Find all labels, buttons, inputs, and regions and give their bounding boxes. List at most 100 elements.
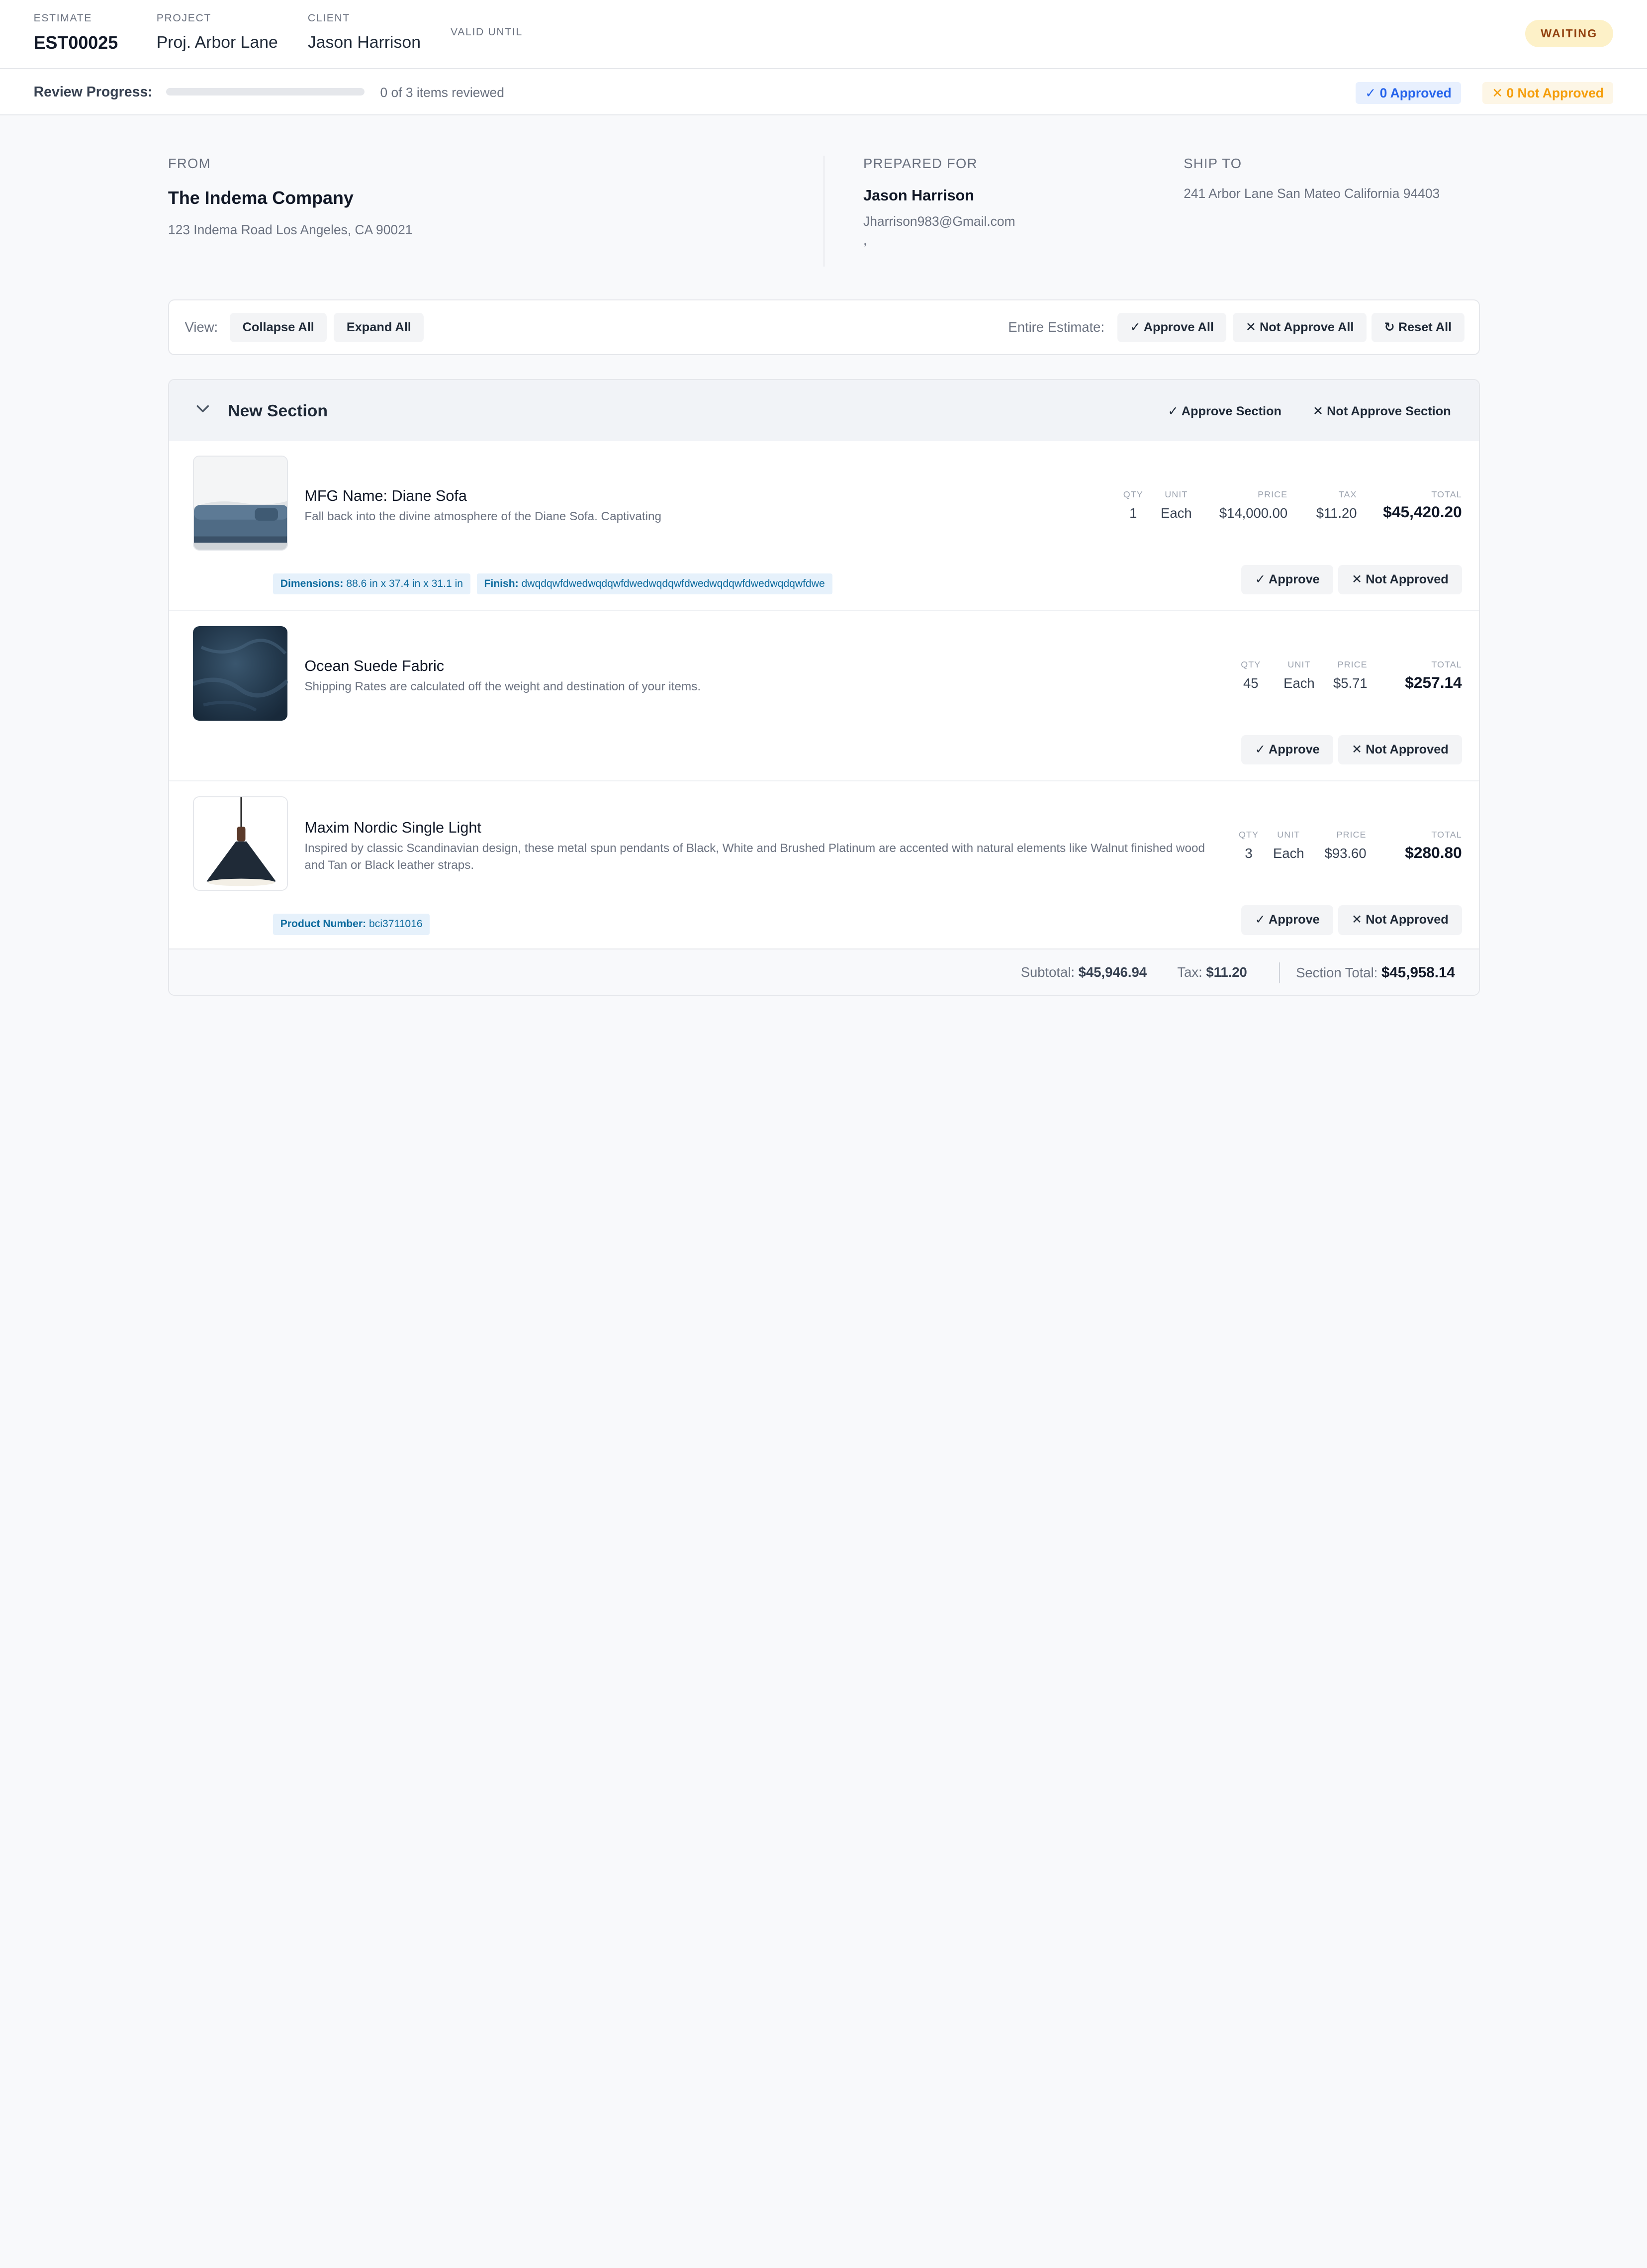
price-value: $93.60 xyxy=(1324,845,1367,861)
spec-tag-product-number: Product Number: bci3711016 xyxy=(273,914,430,935)
qty-value: 45 xyxy=(1243,675,1259,691)
line-item: Maxim Nordic Single Light Inspired by cl… xyxy=(169,781,1479,951)
review-progress-bar: Review Progress: 0 of 3 items reviewed ✓… xyxy=(0,69,1647,116)
price-column: PRICE $93.60 xyxy=(1316,830,1367,861)
valid-until-block: VALID UNTIL xyxy=(451,26,523,38)
total-value: $257.14 xyxy=(1405,673,1462,691)
section-title: New Section xyxy=(228,401,328,420)
section-total-label: Section Total: xyxy=(1296,964,1378,980)
ship-to-address: 241 Arbor Lane San Mateo California 9440… xyxy=(1184,186,1440,201)
item-name: MFG Name: Diane Sofa xyxy=(304,487,467,504)
qty-label: QTY xyxy=(1123,489,1143,500)
price-column: PRICE $14,000.00 xyxy=(1203,489,1287,521)
reset-all-button[interactable]: ↻ Reset All xyxy=(1372,313,1464,343)
tax-total: Tax: $11.20 xyxy=(1177,964,1247,980)
price-column: PRICE $5.71 xyxy=(1332,660,1368,691)
tag-key: Product Number: xyxy=(280,918,366,930)
not-approve-item-button[interactable]: ✕ Not Approved xyxy=(1338,735,1463,765)
tag-value: dwqdqwfdwedwqdqwfdwedwqdqwfdwedwqdqwfdwe… xyxy=(521,578,825,590)
tag-key: Dimensions: xyxy=(280,578,344,590)
unit-label: UNIT xyxy=(1165,489,1188,500)
unit-value: Each xyxy=(1273,845,1304,861)
qty-label: QTY xyxy=(1239,830,1259,840)
from-block: FROM The Indema Company 123 Indema Road … xyxy=(168,156,413,238)
total-label: TOTAL xyxy=(1431,830,1462,840)
tax-total-label: Tax: xyxy=(1177,964,1202,980)
unit-label: UNIT xyxy=(1277,830,1300,840)
prepared-for-name: Jason Harrison xyxy=(863,187,974,204)
approved-count-badge: ✓ 0 Approved xyxy=(1356,82,1461,104)
pendant-light-image xyxy=(194,797,287,890)
total-column: TOTAL $45,420.20 xyxy=(1357,489,1462,521)
not-approve-item-button[interactable]: ✕ Not Approved xyxy=(1338,905,1463,935)
product-image-fabric xyxy=(193,626,288,721)
estimate-page: ESTIMATE EST00025 PROJECT Proj. Arbor La… xyxy=(0,0,1647,1134)
approve-item-button[interactable]: ✓ Approve xyxy=(1241,905,1334,935)
approve-item-button[interactable]: ✓ Approve xyxy=(1241,565,1334,595)
total-column: TOTAL $280.80 xyxy=(1367,830,1462,861)
fabric-image xyxy=(193,626,288,721)
expand-all-button[interactable]: Expand All xyxy=(334,313,424,343)
prepared-for-label: PREPARED FOR xyxy=(863,155,978,171)
tax-total-value: $11.20 xyxy=(1206,964,1247,980)
price-value: $5.71 xyxy=(1333,675,1368,691)
unit-column: UNIT Each xyxy=(1149,489,1203,521)
estimate-id-block: ESTIMATE EST00025 xyxy=(34,12,118,53)
approve-item-button[interactable]: ✓ Approve xyxy=(1241,735,1334,765)
unit-label: UNIT xyxy=(1287,660,1311,670)
ship-to-block: SHIP TO 241 Arbor Lane San Mateo Califor… xyxy=(1184,156,1440,202)
price-value: $14,000.00 xyxy=(1219,505,1288,521)
tag-key: Finish: xyxy=(484,578,519,590)
tag-value: 88.6 in x 37.4 in x 31.1 in xyxy=(346,578,463,590)
prepared-for-extra: , xyxy=(863,232,867,248)
not-approve-item-button[interactable]: ✕ Not Approved xyxy=(1338,565,1463,595)
price-label: PRICE xyxy=(1337,660,1368,670)
estimate-toolbar: View: Collapse All Expand All Entire Est… xyxy=(168,299,1480,355)
company-address: 123 Indema Road Los Angeles, CA 90021 xyxy=(168,222,413,237)
collapse-all-button[interactable]: Collapse All xyxy=(230,313,327,343)
price-label: PRICE xyxy=(1336,830,1367,840)
tax-value: $11.20 xyxy=(1316,505,1357,521)
chevron-down-icon[interactable] xyxy=(195,401,210,416)
unit-value: Each xyxy=(1161,505,1192,521)
product-image-sofa xyxy=(193,456,288,551)
qty-value: 1 xyxy=(1129,505,1137,521)
not-approve-all-button[interactable]: ✕ Not Approve All xyxy=(1233,313,1367,343)
item-name: Maxim Nordic Single Light xyxy=(304,819,481,837)
item-description: Inspired by classic Scandinavian design,… xyxy=(304,842,1205,872)
project-label: PROJECT xyxy=(156,12,212,24)
client-block: CLIENT Jason Harrison xyxy=(308,12,421,52)
valid-until-label: VALID UNTIL xyxy=(451,26,523,38)
client-name: Jason Harrison xyxy=(307,33,421,52)
from-label: FROM xyxy=(168,155,211,171)
qty-column: QTY 1 xyxy=(1117,489,1149,521)
total-column: TOTAL $257.14 xyxy=(1368,660,1462,691)
qty-column: QTY 3 xyxy=(1236,830,1262,861)
item-pricing: QTY 45 UNIT Each PRICE $5.71 TOTAL $257.… xyxy=(1235,660,1462,691)
product-image-pendant xyxy=(193,796,288,891)
approve-section-button[interactable]: ✓ Approve Section xyxy=(1168,403,1281,419)
subtotal-label: Subtotal: xyxy=(1020,964,1075,980)
estimate-parties: FROM The Indema Company 123 Indema Road … xyxy=(168,155,1480,271)
approve-all-button[interactable]: ✓ Approve All xyxy=(1117,313,1227,343)
unit-value: Each xyxy=(1283,675,1315,691)
subtotal: Subtotal: $45,946.94 xyxy=(1021,964,1147,980)
estimate-label: ESTIMATE xyxy=(33,12,92,24)
section-total-value: $45,958.14 xyxy=(1381,964,1455,981)
status-badge: WAITING xyxy=(1525,20,1614,48)
ship-to-label: SHIP TO xyxy=(1184,155,1242,171)
unit-column: UNIT Each xyxy=(1261,830,1316,861)
total-value: $45,420.20 xyxy=(1383,503,1462,521)
line-item: Ocean Suede Fabric Shipping Rates are ca… xyxy=(169,611,1479,782)
item-description: Shipping Rates are calculated off the we… xyxy=(304,680,701,694)
tax-label: TAX xyxy=(1338,489,1357,500)
qty-column: QTY 45 xyxy=(1235,660,1267,691)
tax-column: TAX $11.20 xyxy=(1287,489,1357,521)
total-label: TOTAL xyxy=(1431,660,1462,670)
sofa-image xyxy=(194,457,287,550)
total-label: TOTAL xyxy=(1431,489,1462,500)
prepared-for-email: Jharrison983@Gmail.com xyxy=(863,214,1015,229)
company-name: The Indema Company xyxy=(168,188,354,208)
tag-value: bci3711016 xyxy=(369,918,423,930)
not-approve-section-button[interactable]: ✕ Not Approve Section xyxy=(1313,403,1451,419)
